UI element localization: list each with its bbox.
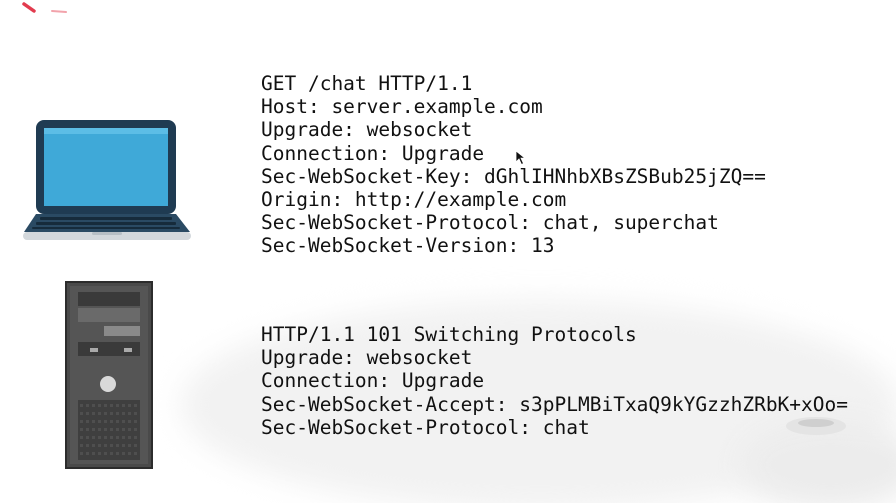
request-header-host: Host: server.example.com bbox=[261, 95, 543, 119]
http-upgrade-request: GET /chat HTTP/1.1 Host: server.example.c… bbox=[261, 72, 766, 258]
corner-pen-mark-icon bbox=[22, 2, 67, 13]
request-header-origin: Origin: http://example.com bbox=[261, 188, 567, 212]
http-switching-response: HTTP/1.1 101 Switching Protocols Upgrade:… bbox=[261, 323, 848, 439]
response-header-connection: Connection: Upgrade bbox=[261, 369, 485, 393]
corner-smudge bbox=[786, 417, 846, 435]
request-header-websocket-version: Sec-WebSocket-Version: 13 bbox=[261, 234, 555, 258]
request-header-websocket-key: Sec-WebSocket-Key: dGhlIHNhbXBsZSBub25jZ… bbox=[261, 164, 766, 188]
response-status-line: HTTP/1.1 101 Switching Protocols bbox=[261, 323, 637, 346]
diagram-canvas: GET /chat HTTP/1.1 Host: server.example.c… bbox=[0, 0, 896, 503]
request-header-connection: Connection: Upgrade bbox=[261, 141, 485, 165]
server-tower-icon bbox=[65, 281, 153, 469]
laptop-icon bbox=[23, 120, 191, 240]
response-header-upgrade: Upgrade: websocket bbox=[261, 346, 473, 370]
response-header-websocket-protocol: Sec-WebSocket-Protocol: chat bbox=[261, 415, 590, 439]
request-line-method: GET /chat HTTP/1.1 bbox=[261, 72, 473, 95]
response-header-websocket-accept: Sec-WebSocket-Accept: s3pPLMBiTxaQ9kYGzz… bbox=[261, 392, 848, 416]
request-header-upgrade: Upgrade: websocket bbox=[261, 118, 473, 142]
mouse-cursor-icon bbox=[515, 150, 527, 166]
request-header-websocket-protocol: Sec-WebSocket-Protocol: chat, superchat bbox=[261, 211, 719, 235]
